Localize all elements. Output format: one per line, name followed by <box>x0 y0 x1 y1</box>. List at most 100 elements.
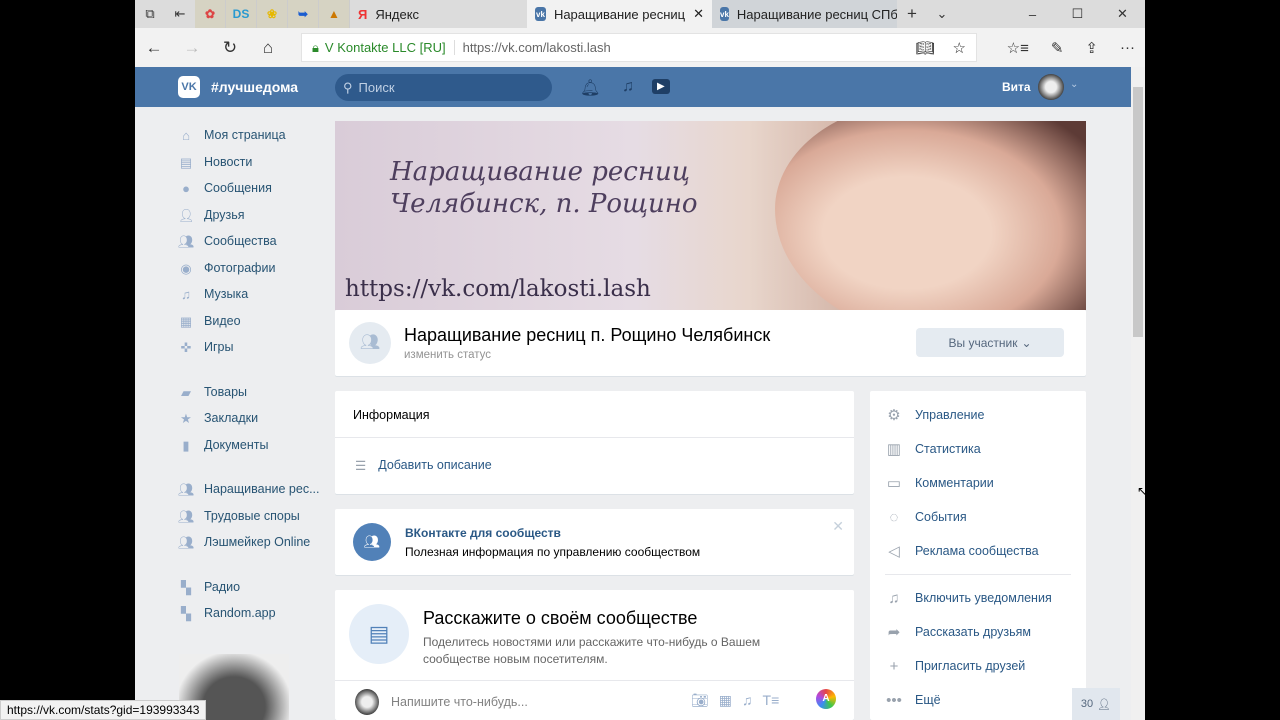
more-icon[interactable]: ··· <box>1120 39 1135 56</box>
reading-view-icon[interactable]: 📖︎ <box>916 39 935 57</box>
user-name[interactable]: Вита <box>1002 80 1031 94</box>
sidebar-item-label: Моя страница <box>204 128 286 143</box>
browser-window: ⧉ ⇤ ✿ DS ❀ ➥ ▲ Я Яндекс vk Наращивание рес… <box>135 0 1145 720</box>
close-window-icon[interactable]: ✕ <box>1100 0 1145 28</box>
sidebar-item-label: Документы <box>204 437 269 452</box>
pinned-tab-image[interactable]: ▲ <box>319 0 350 28</box>
share-icon[interactable]: ⇪ <box>1085 39 1098 57</box>
right-menu-item[interactable]: ♫ Включить уведомления <box>870 581 1086 615</box>
new-tab-icon[interactable]: + <box>897 0 927 28</box>
right-menu-label: Реклама сообщества <box>915 544 1039 558</box>
menu-icon: + <box>889 657 899 675</box>
sidebar-item[interactable]: ✜ Игры <box>178 334 323 361</box>
scrollbar[interactable] <box>1131 67 1145 720</box>
chevron-down-icon[interactable]: ⌄ <box>1070 79 1078 90</box>
group-avatar[interactable]: 👥︎ <box>349 322 391 364</box>
right-menu-item[interactable]: ⚙ Управление <box>870 398 1086 432</box>
right-menu-label: Пригласить друзей <box>915 659 1026 673</box>
add-description-link[interactable]: ☰ Добавить описание <box>355 458 492 473</box>
chevron-down-icon: ⌄ <box>1021 335 1032 350</box>
sidebar-item[interactable]: ▚ Random.app <box>178 600 323 627</box>
scrollbar-thumb[interactable] <box>1133 87 1143 337</box>
home-icon[interactable]: ⌂ <box>249 38 287 58</box>
sidebar-item[interactable]: 👥︎ Сообщества <box>178 228 323 255</box>
menu-icon: ••• <box>886 691 902 709</box>
sidebar-item-label: Random.app <box>204 606 276 621</box>
tab-preview-chevron-icon[interactable]: ⌄ <box>927 0 957 28</box>
sidebar-item[interactable]: 👥︎ Наращивание рес... <box>178 476 323 503</box>
sidebar-item[interactable]: ● Сообщения <box>178 175 323 202</box>
pinned-tab-flower[interactable]: ❀ <box>257 0 288 28</box>
right-menu-label: Статистика <box>915 442 981 456</box>
pen-icon[interactable]: ✎ <box>1051 39 1064 57</box>
info-title: Информация <box>353 408 430 422</box>
member-label: Вы участник <box>948 335 1018 350</box>
cover-title-line2: Челябинск, п. Рощино <box>390 189 698 219</box>
hashtag-link[interactable]: #лучшедома <box>211 79 298 95</box>
right-menu-item[interactable]: ••• Ещё <box>870 683 1086 717</box>
video-icon[interactable]: ▦ <box>719 692 732 709</box>
poster-icon[interactable]: A <box>816 689 836 709</box>
sidebar-item-label: Трудовые споры <box>204 508 300 523</box>
right-menu-item[interactable]: ▥ Статистика <box>870 432 1086 466</box>
back-icon[interactable]: ← <box>135 38 173 58</box>
cover-image: Наращивание ресниц Челябинск, п. Рощино h… <box>335 121 1086 310</box>
bell-icon[interactable]: 🔔︎ <box>580 78 600 98</box>
member-button[interactable]: Вы участник ⌄ <box>916 328 1064 357</box>
vk-logo[interactable]: VK <box>178 76 200 98</box>
change-status-link[interactable]: изменить статус <box>404 349 491 361</box>
music-icon[interactable]: ♫ <box>622 78 634 96</box>
sidebar-item-label: Видео <box>204 313 241 328</box>
right-menu-item[interactable]: ◁ Реклама сообщества <box>870 534 1086 568</box>
pinned-tab-arrow[interactable]: ➥ <box>288 0 319 28</box>
post-input[interactable]: Напишите что-нибудь... <box>391 695 528 709</box>
sidebar-item[interactable]: ⌂ Моя страница <box>178 122 323 149</box>
right-menu-item[interactable]: ◌ События <box>870 500 1086 534</box>
online-count-badge[interactable]: 30 👤︎ <box>1072 688 1120 720</box>
text-icon[interactable]: T≡ <box>763 692 780 709</box>
set-aside-tabs-icon[interactable]: ⇤ <box>165 0 195 28</box>
search-icon: ⚲ <box>343 79 353 95</box>
search-input[interactable]: ⚲ Поиск <box>335 74 552 101</box>
sidebar-item[interactable]: 👤︎ Друзья <box>178 202 323 229</box>
camera-icon[interactable]: 📷︎ <box>691 692 709 709</box>
url-input[interactable]: 🔒︎ V Kontakte LLC [RU] https://vk.com/la… <box>301 33 977 62</box>
right-menu-item[interactable]: + Пригласить друзей <box>870 649 1086 683</box>
groups-icon: 👥︎ <box>178 234 195 250</box>
play-icon[interactable]: ▶ <box>652 79 670 94</box>
refresh-icon[interactable]: ↻ <box>211 38 249 58</box>
pinned-tab-ds[interactable]: DS <box>226 0 257 28</box>
sidebar-item[interactable]: ★ Закладки <box>178 405 323 432</box>
tab-active[interactable]: vk Наращивание ресниц ✕ <box>527 0 712 28</box>
tab-list-icon[interactable]: ⧉ <box>135 0 165 28</box>
sidebar-item[interactable]: ▰ Товары <box>178 379 323 406</box>
friends-icon: 👤︎ <box>178 207 195 223</box>
tab-yandex[interactable]: Я Яндекс <box>350 0 527 28</box>
promo-title[interactable]: ВКонтакте для сообществ <box>405 526 561 540</box>
close-tab-icon[interactable]: ✕ <box>693 6 704 22</box>
favorite-star-icon[interactable]: ☆ <box>953 39 966 57</box>
user-avatar[interactable] <box>1038 74 1064 100</box>
sidebar-item[interactable]: ▚ Радио <box>178 574 323 601</box>
forward-icon[interactable]: → <box>173 38 211 58</box>
sidebar-item-label: Новости <box>204 154 253 169</box>
pinned-tab-pinwheel[interactable]: ✿ <box>195 0 226 28</box>
sidebar-item[interactable]: ◉ Фотографии <box>178 255 323 282</box>
sidebar-item[interactable]: ▤ Новости <box>178 149 323 176</box>
sidebar-item[interactable]: 👥︎ Трудовые споры <box>178 503 323 530</box>
sidebar-item[interactable]: ▮ Документы <box>178 432 323 459</box>
url-text: https://vk.com/lakosti.lash <box>462 40 611 55</box>
minimize-icon[interactable]: – <box>1010 0 1055 28</box>
close-icon[interactable]: ✕ <box>832 518 844 535</box>
sidebar-item[interactable]: 👥︎ Лэшмейкер Online <box>178 529 323 556</box>
sidebar-item[interactable]: ♫ Музыка <box>178 281 323 308</box>
right-menu-item[interactable]: ▭ Комментарии <box>870 466 1086 500</box>
sidebar-item[interactable]: ▦ Видео <box>178 308 323 335</box>
favorites-icon[interactable]: ☆≡ <box>1007 39 1029 57</box>
community-icon: 👥︎ <box>353 523 391 561</box>
maximize-icon[interactable]: ☐ <box>1055 0 1100 28</box>
tab-spb[interactable]: vk Наращивание ресниц СПб <box>712 0 897 28</box>
music-icon[interactable]: ♫ <box>742 692 753 709</box>
menu-icon: ◌ <box>889 508 899 526</box>
right-menu-item[interactable]: ➦ Рассказать друзьям <box>870 615 1086 649</box>
